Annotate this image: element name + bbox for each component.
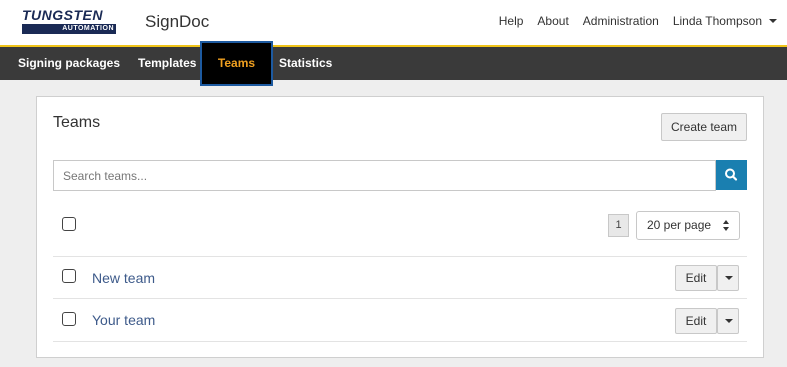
- logo-wordmark: TUNGSTEN: [22, 7, 103, 23]
- row-divider: [53, 256, 747, 257]
- page-number-button[interactable]: 1: [608, 214, 629, 237]
- edit-button[interactable]: Edit: [675, 308, 717, 334]
- user-menu[interactable]: Linda Thompson: [673, 14, 777, 28]
- top-header: TUNGSTEN AUTOMATION SignDoc Help About A…: [0, 0, 787, 47]
- edit-dropdown-toggle[interactable]: [717, 308, 739, 334]
- nav-signing-packages[interactable]: Signing packages: [18, 47, 120, 80]
- caret-down-icon: [725, 276, 733, 280]
- nav-statistics[interactable]: Statistics: [279, 47, 332, 80]
- select-all-checkbox[interactable]: [62, 217, 76, 231]
- caret-down-icon: [725, 319, 733, 323]
- search-input[interactable]: [54, 161, 715, 190]
- teams-panel: Teams Create team 1 20 per page New team…: [36, 96, 764, 358]
- search-box: [53, 160, 716, 191]
- logo-subtitle: AUTOMATION: [22, 24, 116, 34]
- tungsten-logo[interactable]: TUNGSTEN AUTOMATION: [22, 8, 118, 36]
- per-page-select[interactable]: 20 per page: [636, 211, 740, 240]
- team-name-link[interactable]: Your team: [92, 312, 155, 328]
- nav-teams[interactable]: Teams: [200, 41, 273, 86]
- sort-updown-icon: [723, 220, 729, 231]
- row-checkbox[interactable]: [62, 269, 76, 283]
- help-link[interactable]: Help: [499, 14, 524, 28]
- search-button[interactable]: [716, 160, 747, 190]
- row-checkbox[interactable]: [62, 312, 76, 326]
- administration-link[interactable]: Administration: [583, 14, 659, 28]
- nav-templates[interactable]: Templates: [138, 47, 196, 80]
- app-title: SignDoc: [145, 12, 210, 31]
- row-divider: [53, 298, 747, 299]
- caret-down-icon: [769, 19, 777, 23]
- page-title: Teams: [53, 114, 101, 131]
- create-team-button[interactable]: Create team: [661, 113, 747, 141]
- edit-button[interactable]: Edit: [675, 265, 717, 291]
- search-icon: [725, 168, 738, 181]
- per-page-value: 20 per page: [647, 218, 712, 232]
- row-divider: [53, 341, 747, 342]
- about-link[interactable]: About: [537, 14, 568, 28]
- main-nav: Signing packages Templates Teams Statist…: [0, 41, 787, 86]
- header-links: Help About Administration Linda Thompson: [485, 14, 777, 28]
- team-name-link[interactable]: New team: [92, 270, 155, 286]
- user-name: Linda Thompson: [672, 14, 762, 28]
- edit-dropdown-toggle[interactable]: [717, 265, 739, 291]
